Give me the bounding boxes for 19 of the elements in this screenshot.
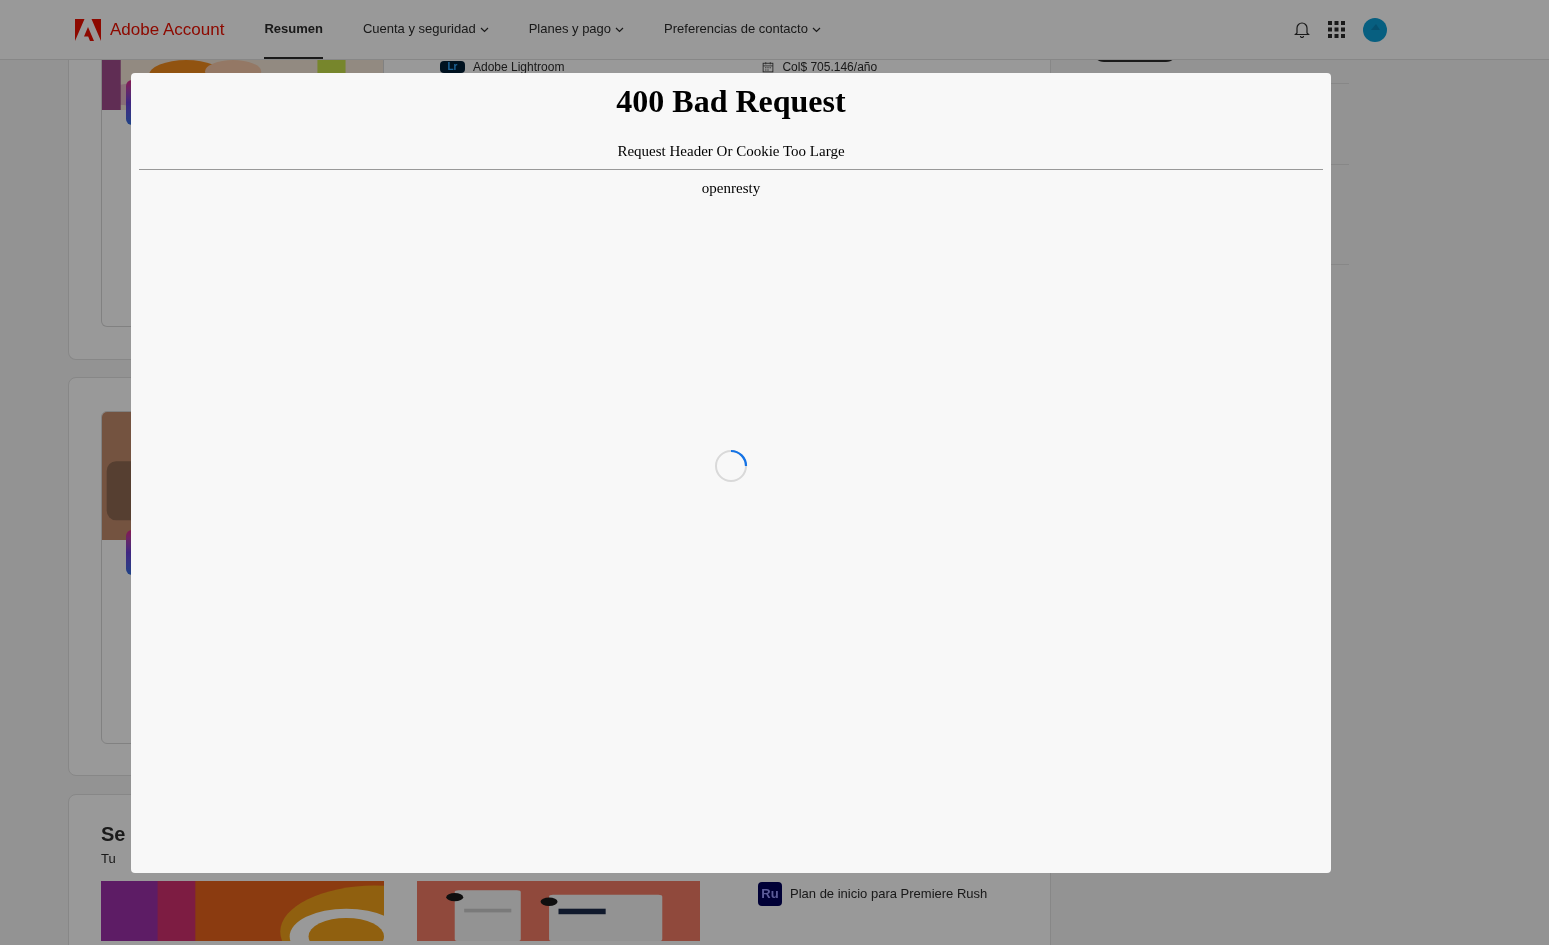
product-icon: Lr (440, 61, 465, 73)
product-name: Adobe Lightroom (473, 61, 565, 73)
calendar-icon (762, 61, 775, 73)
nav-tab[interactable]: Preferencias de contacto (664, 0, 821, 59)
nav-tab[interactable]: Planes y pago (528, 0, 625, 59)
error-title: 400 Bad Request (616, 82, 846, 121)
plan-price: Col$ 705.146/año (782, 61, 878, 73)
list-item-label[interactable]: Plan de inicio para Premiere Rush (790, 884, 988, 904)
section-subtitle: Tu (101, 850, 117, 868)
server-name: openresty (701, 179, 761, 197)
brand-name: Adobe Account (110, 18, 225, 41)
nav-tab[interactable]: Cuenta y seguridad (362, 0, 489, 59)
avatar[interactable] (1363, 17, 1387, 42)
error-message: Request Header Or Cookie Too Large (617, 142, 845, 160)
product-icon: Ru (758, 882, 782, 906)
section-title: Se (101, 822, 127, 847)
apps-grid-icon[interactable] (1328, 21, 1345, 38)
logo-icon (75, 18, 101, 41)
notification-bell-icon[interactable] (1294, 21, 1310, 38)
